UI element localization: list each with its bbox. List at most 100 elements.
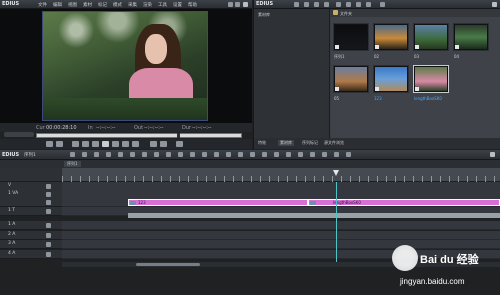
more-icon[interactable] — [346, 152, 351, 157]
timeline-clip-1[interactable]: 123 — [128, 199, 308, 206]
save-project-icon[interactable] — [94, 152, 99, 157]
zoom-out-icon[interactable] — [262, 152, 267, 157]
menu-item[interactable]: 标记 — [98, 2, 107, 8]
track-lock-icon[interactable] — [46, 192, 51, 197]
track-lane[interactable] — [62, 231, 500, 240]
rewind-icon[interactable] — [82, 141, 89, 147]
layout-icon[interactable] — [310, 152, 315, 157]
set-in-icon[interactable] — [46, 141, 53, 147]
menu-item[interactable]: 文件 — [38, 2, 47, 8]
copy-icon[interactable] — [142, 152, 147, 157]
cut-icon[interactable] — [130, 152, 135, 157]
bin-folder-icon[interactable] — [294, 2, 299, 7]
track-lock-icon[interactable] — [46, 223, 51, 228]
snap-icon[interactable] — [214, 152, 219, 157]
track-lock-icon[interactable] — [46, 200, 51, 205]
toggle-icon[interactable] — [334, 152, 339, 157]
loop-icon[interactable] — [132, 141, 139, 147]
bin-up-icon[interactable] — [314, 2, 319, 7]
play-icon[interactable] — [102, 141, 109, 147]
step-forward-icon[interactable] — [112, 141, 119, 147]
settings-icon[interactable] — [274, 152, 279, 157]
bin-clip-thumbnail[interactable]: 02 — [373, 23, 409, 59]
marker-icon[interactable] — [226, 152, 231, 157]
track-lane[interactable] — [62, 221, 500, 230]
track-label: 1 VA — [8, 191, 19, 196]
bin-search-icon[interactable] — [304, 2, 309, 7]
bin-clip-thumbnail[interactable]: 123 — [373, 65, 409, 101]
bin-clip-thumbnail[interactable]: 05 — [333, 65, 369, 101]
render-icon[interactable] — [238, 152, 243, 157]
paste-icon[interactable] — [154, 152, 159, 157]
set-out-icon[interactable] — [56, 141, 63, 147]
track-lock-icon[interactable] — [46, 233, 51, 238]
output-icon[interactable] — [176, 141, 183, 147]
bin-root-label[interactable]: 素材库 — [258, 12, 270, 18]
bin-clip-thumbnail[interactable]: lengthBoxSK0 — [413, 65, 449, 101]
close-icon[interactable] — [243, 2, 248, 7]
track-header[interactable]: 1 T — [0, 207, 62, 216]
menu-item[interactable]: 素材 — [83, 2, 92, 8]
minimize-icon[interactable] — [228, 2, 233, 7]
menu-item[interactable]: 设置 — [173, 2, 182, 8]
new-sequence-icon[interactable] — [70, 152, 75, 157]
bin-paste-icon[interactable] — [356, 2, 361, 7]
bin-tab[interactable]: 特效 — [256, 140, 268, 146]
open-project-icon[interactable] — [82, 152, 87, 157]
player-scrubber[interactable] — [36, 133, 242, 138]
undo-icon[interactable] — [106, 152, 111, 157]
menu-item[interactable]: 工具 — [158, 2, 167, 8]
clip-type-icon — [335, 87, 339, 91]
audio-clip-bar[interactable] — [128, 213, 500, 218]
bin-clip-thumbnail[interactable]: 序列1 — [333, 23, 369, 59]
timeline-close-icon[interactable] — [490, 152, 495, 157]
redo-icon[interactable] — [118, 152, 123, 157]
menu-item[interactable]: 视图 — [68, 2, 77, 8]
track-header[interactable]: 3 A — [0, 240, 62, 249]
bin-clip-thumbnail[interactable]: 04 — [453, 23, 489, 59]
fast-forward-icon[interactable] — [122, 141, 129, 147]
maximize-icon[interactable] — [235, 2, 240, 7]
track-header[interactable]: 4 A — [0, 250, 62, 259]
bin-copy-icon[interactable] — [346, 2, 351, 7]
bin-add-icon[interactable] — [324, 2, 329, 7]
delete-icon[interactable] — [166, 152, 171, 157]
bin-clip-thumbnail[interactable]: 03 — [413, 23, 449, 59]
hscroll-thumb[interactable] — [136, 263, 200, 266]
menu-item[interactable]: 模式 — [113, 2, 122, 8]
audio-icon[interactable] — [286, 152, 291, 157]
timeline-ruler[interactable] — [62, 168, 500, 182]
sequence-tab[interactable]: 序列1 — [64, 161, 81, 167]
track-header[interactable]: 2 A — [0, 231, 62, 240]
track-lock-icon[interactable] — [46, 209, 51, 214]
player-zoom-bar[interactable] — [4, 132, 34, 137]
bin-tab[interactable]: 序列标记 — [300, 140, 320, 146]
sync-icon[interactable] — [202, 152, 207, 157]
track-lock-icon[interactable] — [46, 252, 51, 257]
step-back-icon[interactable] — [92, 141, 99, 147]
bin-close-icon[interactable] — [492, 2, 497, 7]
export-icon[interactable] — [298, 152, 303, 157]
fit-icon[interactable] — [322, 152, 327, 157]
bin-view-icon[interactable] — [380, 2, 385, 7]
menu-item[interactable]: 采集 — [128, 2, 137, 8]
overwrite-icon[interactable] — [160, 141, 167, 147]
track-header[interactable] — [0, 198, 62, 207]
bin-tab[interactable]: 素材库 — [278, 140, 294, 146]
menu-item[interactable]: 编辑 — [53, 2, 62, 8]
bin-cut-icon[interactable] — [336, 2, 341, 7]
scrubber-handle[interactable] — [177, 133, 180, 138]
track-lock-icon[interactable] — [46, 184, 51, 189]
menu-item[interactable]: 帮助 — [188, 2, 197, 8]
menu-item[interactable]: 渲染 — [143, 2, 152, 8]
track-lock-icon[interactable] — [46, 242, 51, 247]
folder-icon — [333, 10, 338, 15]
ripple-icon[interactable] — [190, 152, 195, 157]
bin-tab[interactable]: 源文件浏览 — [322, 140, 346, 146]
insert-icon[interactable] — [150, 141, 157, 147]
split-icon[interactable] — [178, 152, 183, 157]
zoom-in-icon[interactable] — [250, 152, 255, 157]
track-header[interactable]: 1 A — [0, 221, 62, 230]
bin-delete-icon[interactable] — [366, 2, 371, 7]
stop-icon[interactable] — [72, 141, 79, 147]
